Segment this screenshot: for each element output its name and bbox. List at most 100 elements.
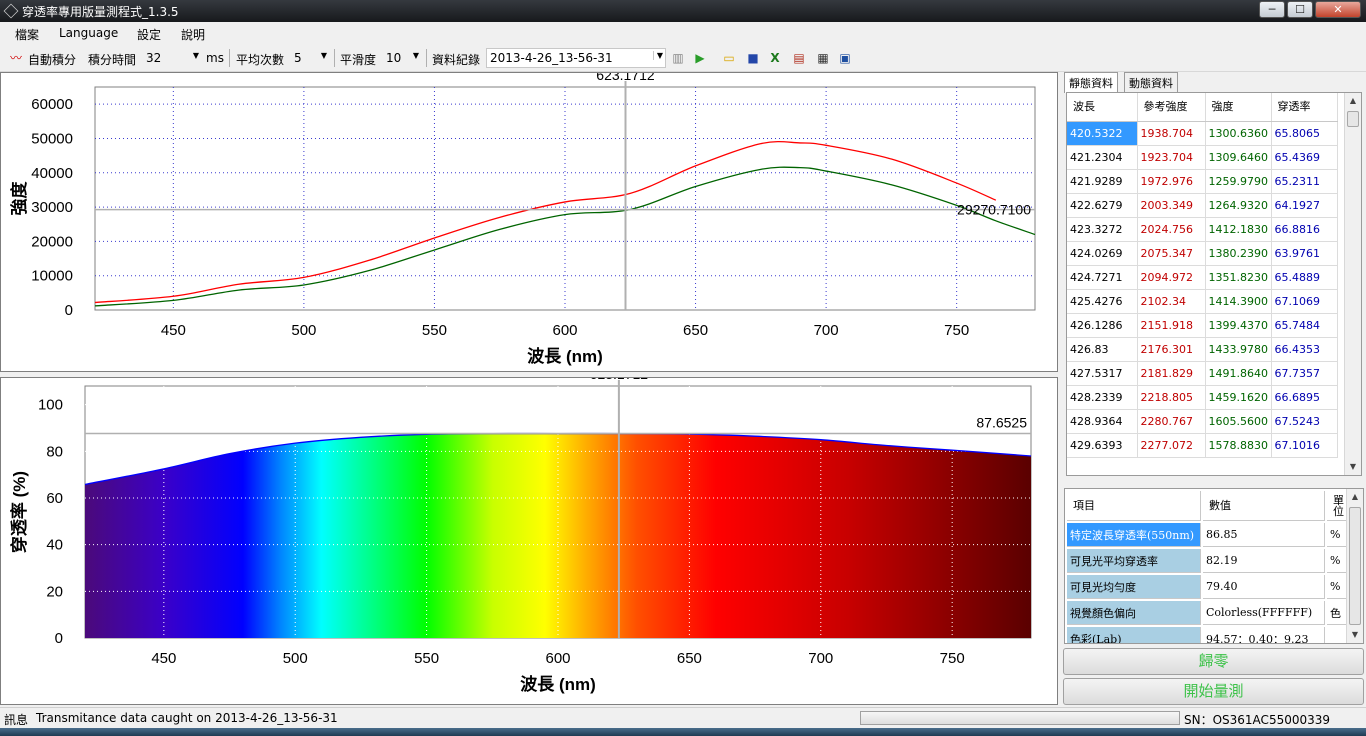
cell-intensity[interactable]: 1259.9790 (1205, 169, 1272, 194)
scroll-down-icon[interactable]: ▼ (1345, 459, 1361, 475)
menu-language[interactable]: Language (59, 26, 118, 40)
table-row[interactable]: 424.0269 2075.347 1380.2390 63.9761 (1067, 241, 1338, 266)
static-grid-scrollbar[interactable]: ▲ ▼ (1344, 93, 1361, 475)
open-folder-icon[interactable]: ▭ (721, 50, 737, 66)
table-row[interactable]: 426.83 2176.301 1433.9780 66.4353 (1067, 337, 1338, 362)
average-count-dropdown[interactable]: 5 ▼ (290, 48, 330, 68)
cell-reference[interactable]: 1938.704 (1137, 121, 1206, 146)
cell-reference[interactable]: 2075.347 (1137, 241, 1206, 266)
cell-transmittance[interactable]: 64.1927 (1271, 193, 1338, 218)
cell-reference[interactable]: 2218.805 (1137, 385, 1206, 410)
chart-icon[interactable]: ▤ (791, 50, 807, 66)
cell-value[interactable]: 86.85 (1203, 523, 1325, 547)
cell-transmittance[interactable]: 65.4369 (1271, 145, 1338, 170)
cell-wavelength[interactable]: 427.5317 (1067, 361, 1138, 386)
zero-button[interactable]: 歸零 (1063, 648, 1364, 675)
auto-integration-button[interactable]: 自動積分 (28, 51, 76, 68)
cell-transmittance[interactable]: 67.5243 (1271, 409, 1338, 434)
play-icon[interactable]: ▶ (692, 50, 708, 66)
table-row[interactable]: 424.7271 2094.972 1351.8230 65.4889 (1067, 265, 1338, 290)
minimize-button[interactable]: ─ (1259, 1, 1285, 18)
table-row[interactable]: 425.4276 2102.34 1414.3900 67.1069 (1067, 289, 1338, 314)
report-icon[interactable]: ▦ (815, 50, 831, 66)
cell-reference[interactable]: 2280.767 (1137, 409, 1206, 434)
cell-intensity[interactable]: 1491.8640 (1205, 361, 1272, 386)
summary-row[interactable]: 色彩(Lab) 94.57：0.40：9.23 (1067, 627, 1353, 643)
cell-reference[interactable]: 2102.34 (1137, 289, 1206, 314)
cell-wavelength[interactable]: 426.1286 (1067, 313, 1138, 338)
table-row[interactable]: 422.6279 2003.349 1264.9320 64.1927 (1067, 193, 1338, 218)
cell-intensity[interactable]: 1351.8230 (1205, 265, 1272, 290)
cell-intensity[interactable]: 1578.8830 (1205, 433, 1272, 458)
cell-wavelength[interactable]: 420.5322 (1067, 121, 1138, 146)
cell-intensity[interactable]: 1459.1620 (1205, 385, 1272, 410)
summary-row[interactable]: 可見光平均穿透率 82.19% (1067, 549, 1353, 573)
menu-file[interactable]: 檔案 (15, 26, 39, 43)
summary-row[interactable]: 可見光均勻度 79.40% (1067, 575, 1353, 599)
tab-static-data[interactable]: 靜態資料 (1064, 72, 1118, 93)
scroll-thumb[interactable] (1347, 111, 1359, 127)
cell-wavelength[interactable]: 424.7271 (1067, 265, 1138, 290)
cell-intensity[interactable]: 1309.6460 (1205, 145, 1272, 170)
table-row[interactable]: 428.9364 2280.767 1605.5600 67.5243 (1067, 409, 1338, 434)
table-row[interactable]: 429.6393 2277.072 1578.8830 67.1016 (1067, 433, 1338, 458)
cell-reference[interactable]: 1923.704 (1137, 145, 1206, 170)
cell-wavelength[interactable]: 422.6279 (1067, 193, 1138, 218)
cell-transmittance[interactable]: 67.7357 (1271, 361, 1338, 386)
column-header-reference[interactable]: 參考強度 (1137, 93, 1206, 122)
cell-transmittance[interactable]: 66.4353 (1271, 337, 1338, 362)
table-row[interactable]: 427.5317 2181.829 1491.8640 67.7357 (1067, 361, 1338, 386)
menu-help[interactable]: 說明 (181, 26, 205, 43)
cell-value[interactable]: 94.57：0.40：9.23 (1203, 627, 1325, 643)
menu-settings[interactable]: 設定 (137, 26, 161, 43)
cell-intensity[interactable]: 1399.4370 (1205, 313, 1272, 338)
cell-transmittance[interactable]: 67.1069 (1271, 289, 1338, 314)
maximize-button[interactable]: ☐ (1287, 1, 1313, 18)
cell-item[interactable]: 視覺顏色偏向 (1067, 601, 1201, 625)
cell-item[interactable]: 可見光平均穿透率 (1067, 549, 1201, 573)
intensity-chart[interactable]: 0 10000 20000 30000 40000 50000 60000 450 500 550… (1, 67, 1057, 371)
summary-row[interactable]: 視覺顏色偏向 Colorless(FFFFFF) 色 (1067, 601, 1353, 625)
column-header-intensity[interactable]: 強度 (1205, 93, 1272, 122)
scroll-down-icon[interactable]: ▼ (1347, 627, 1363, 643)
cell-reference[interactable]: 2151.918 (1137, 313, 1206, 338)
cell-transmittance[interactable]: 63.9761 (1271, 241, 1338, 266)
excel-export-icon[interactable]: X (767, 50, 783, 66)
cell-transmittance[interactable]: 66.6895 (1271, 385, 1338, 410)
cell-item[interactable]: 特定波長穿透率(550nm) (1067, 523, 1201, 547)
cell-transmittance[interactable]: 65.7484 (1271, 313, 1338, 338)
cell-intensity[interactable]: 1414.3900 (1205, 289, 1272, 314)
cell-reference[interactable]: 2181.829 (1137, 361, 1206, 386)
cell-intensity[interactable]: 1380.2390 (1205, 241, 1272, 266)
cell-reference[interactable]: 2277.072 (1137, 433, 1206, 458)
cell-transmittance[interactable]: 65.8065 (1271, 121, 1338, 146)
cell-transmittance[interactable]: 65.4889 (1271, 265, 1338, 290)
cell-wavelength[interactable]: 425.4276 (1067, 289, 1138, 314)
smoothing-dropdown[interactable]: 10 ▼ (382, 48, 422, 68)
table-row[interactable]: 420.5322 1938.704 1300.6360 65.8065 (1067, 121, 1338, 146)
column-header-wavelength[interactable]: 波長 (1067, 93, 1138, 122)
summary-row[interactable]: 特定波長穿透率(550nm) 86.85% (1067, 523, 1353, 547)
cell-reference[interactable]: 2094.972 (1137, 265, 1206, 290)
spectrum-bars-icon[interactable]: ▥ (670, 50, 686, 66)
data-record-dropdown[interactable]: 2013-4-26_13-56-31 ▼ (486, 48, 666, 68)
table-row[interactable]: 421.2304 1923.704 1309.6460 65.4369 (1067, 145, 1338, 170)
cell-value[interactable]: Colorless(FFFFFF) (1203, 601, 1325, 625)
cell-intensity[interactable]: 1605.5600 (1205, 409, 1272, 434)
cell-transmittance[interactable]: 65.2311 (1271, 169, 1338, 194)
cell-wavelength[interactable]: 421.2304 (1067, 145, 1138, 170)
cell-item[interactable]: 色彩(Lab) (1067, 627, 1201, 643)
transmittance-chart[interactable]: 0 20 40 60 80 100 450 500 550 600 650 700 750 623.171… (1, 366, 1057, 704)
cell-reference[interactable]: 1972.976 (1137, 169, 1206, 194)
cell-transmittance[interactable]: 67.1016 (1271, 433, 1338, 458)
tab-dynamic-data[interactable]: 動態資料 (1124, 72, 1178, 92)
table-row[interactable]: 426.1286 2151.918 1399.4370 65.7484 (1067, 313, 1338, 338)
cell-wavelength[interactable]: 429.6393 (1067, 433, 1138, 458)
scroll-up-icon[interactable]: ▲ (1345, 93, 1361, 109)
auto-integration-icon[interactable]: 〰 (8, 50, 24, 66)
image-export-icon[interactable]: ▣ (837, 50, 853, 66)
summary-grid-scrollbar[interactable]: ▲ ▼ (1346, 489, 1363, 643)
close-button[interactable]: ✕ (1315, 1, 1361, 18)
cell-wavelength[interactable]: 423.3272 (1067, 217, 1138, 242)
cell-item[interactable]: 可見光均勻度 (1067, 575, 1201, 599)
